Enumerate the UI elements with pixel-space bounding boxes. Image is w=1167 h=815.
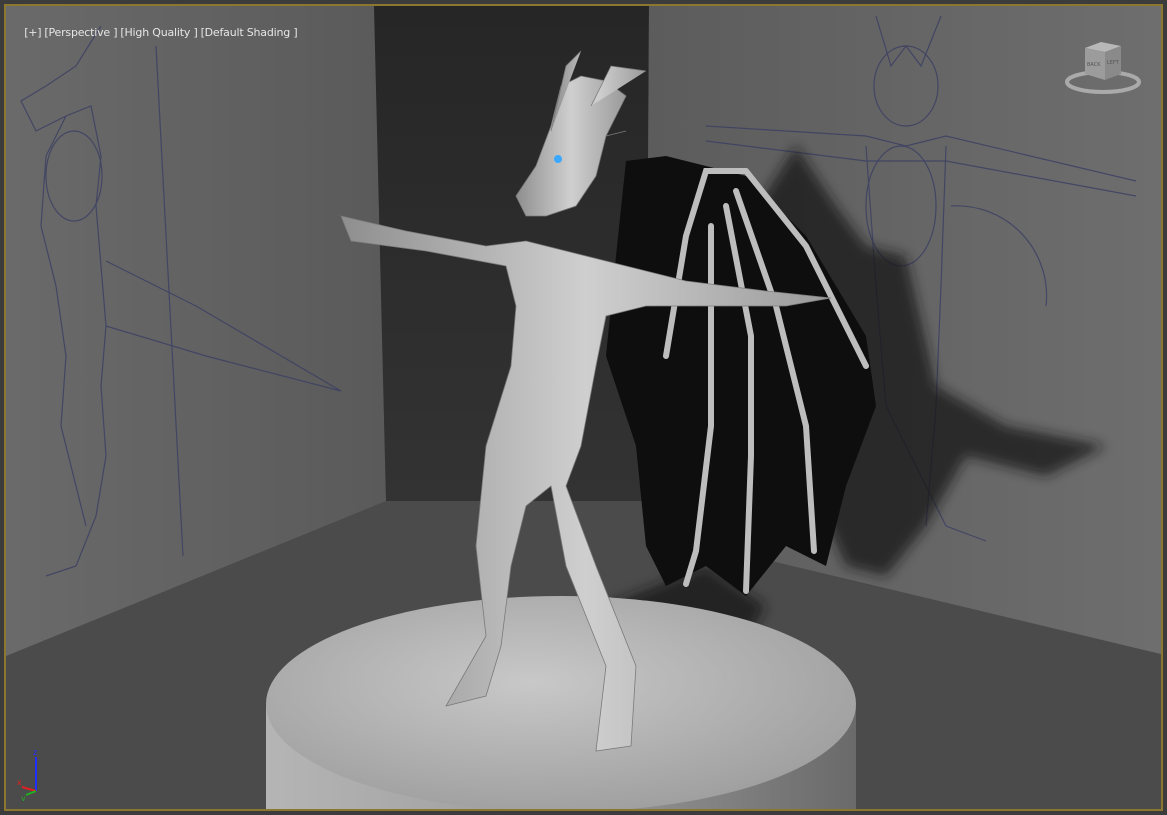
- viewport-menu-button[interactable]: [+]: [24, 26, 41, 39]
- view-type-button[interactable]: [Perspective ]: [44, 26, 117, 39]
- y-axis-label: y: [21, 794, 26, 801]
- viewport-scene[interactable]: [6, 6, 1161, 809]
- viewport-label: [+] [Perspective ] [High Quality ] [Default…: [11, 13, 300, 52]
- viewcube-side-label: LEFT: [1107, 60, 1120, 66]
- axis-gizmo: z x y: [10, 741, 50, 803]
- shading-mode-button[interactable]: [Default Shading ]: [201, 26, 298, 39]
- viewcube-front-label: BACK: [1087, 62, 1101, 68]
- x-axis-label: x: [17, 778, 22, 787]
- pedestal: [266, 596, 856, 809]
- dragon-eye: [554, 155, 562, 163]
- z-axis-label: z: [33, 748, 37, 757]
- quality-mode-button[interactable]: [High Quality ]: [120, 26, 197, 39]
- x-axis: [21, 786, 37, 792]
- perspective-viewport[interactable]: [+] [Perspective ] [High Quality ] [Default…: [4, 4, 1163, 811]
- viewcube[interactable]: BACK LEFT: [1063, 36, 1143, 100]
- y-axis: [25, 790, 37, 796]
